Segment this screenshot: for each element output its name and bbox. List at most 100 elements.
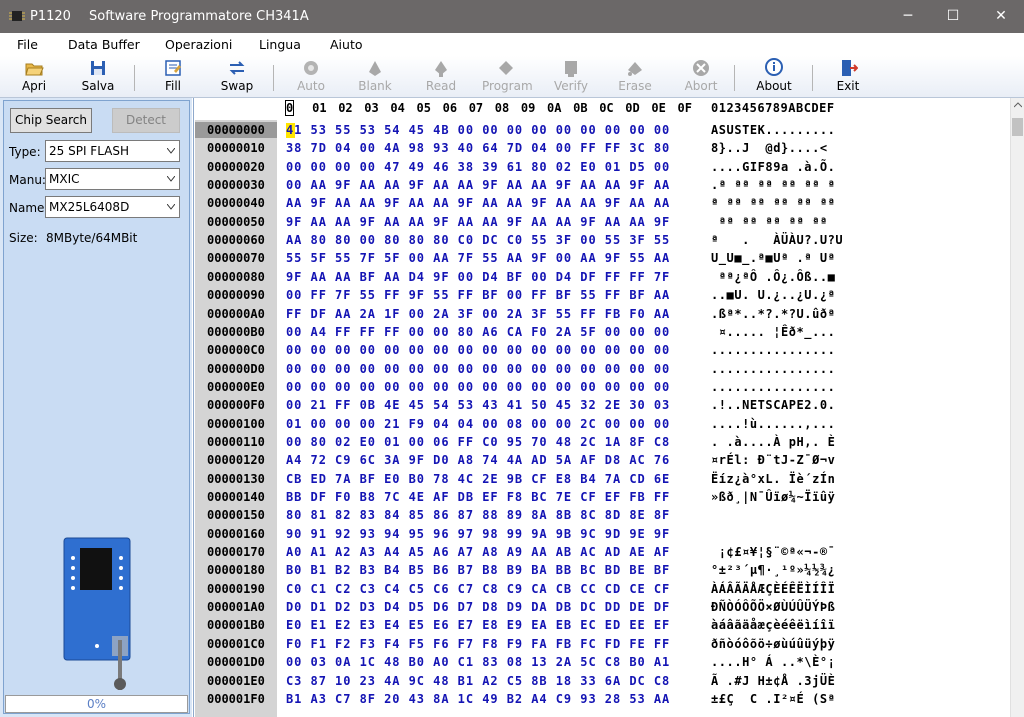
hex-row[interactable]: F0 F1 F2 F3 F4 F5 F6 F7 F8 F9 FA FB FC F… [286,637,670,651]
exit-button[interactable]: Exit [830,56,866,98]
type-select[interactable]: 25 SPI FLASH [45,140,180,162]
hex-row[interactable]: 80 81 82 83 84 85 86 87 88 89 8A 8B 8C 8… [286,508,670,522]
hex-row[interactable]: AA 9F AA AA 9F AA AA 9F AA AA 9F AA AA 9… [286,196,670,210]
row-address: 00000140 [207,490,265,504]
hex-row[interactable]: 00 A4 FF FF FF 00 00 80 A6 CA F0 2A 5F 0… [286,325,670,339]
ascii-row[interactable]: ª . ÀÜÀU?.U?U [711,233,843,247]
ascii-row[interactable]: ................ [711,380,835,394]
column-header: 06 [442,101,458,115]
manu-select[interactable]: MXIC [45,168,180,190]
ascii-row[interactable]: ÐÑÒÓÔÕÖ×ØÙÚÛÜÝÞß [711,600,835,614]
column-header: 0D [625,101,640,115]
vertical-scrollbar[interactable] [1010,98,1024,717]
hex-row[interactable]: C3 87 10 23 4A 9C 48 B1 A2 C5 8B 18 33 6… [286,674,670,688]
menu-data-buffer[interactable]: Data Buffer [68,37,140,52]
hex-row[interactable]: 00 80 02 E0 01 00 06 FF C0 95 70 48 2C 1… [286,435,670,449]
hex-row[interactable]: D0 D1 D2 D3 D4 D5 D6 D7 D8 D9 DA DB DC D… [286,600,670,614]
hex-row[interactable]: 00 AA 9F AA AA 9F AA AA 9F AA AA 9F AA A… [286,178,670,192]
erase-button[interactable]: Erase [614,56,656,98]
minimize-button[interactable]: ─ [885,0,931,33]
ascii-row[interactable]: ðñòóôõö÷øùúûüýþÿ [711,637,835,651]
ascii-row[interactable]: ±£Ç C .I²¤É (Sª [711,692,835,706]
ascii-row[interactable]: Ã .#J H±¢Å .3jÜÈ [711,674,835,688]
hex-row[interactable]: 9F AA AA 9F AA AA 9F AA AA 9F AA AA 9F A… [286,215,670,229]
ascii-row[interactable]: ÀÁÂÃÄÅÆÇÈÉÊËÌÍÎÏ [711,582,835,596]
hex-row[interactable]: 55 5F 55 7F 5F 00 AA 7F 55 AA 9F 00 AA 9… [286,251,670,265]
menu-lingua[interactable]: Lingua [259,37,301,52]
hex-row[interactable]: 01 00 00 00 21 F9 04 04 00 08 00 00 2C 0… [286,417,670,431]
fill-button[interactable]: Fill [155,56,191,98]
hex-row[interactable]: E0 E1 E2 E3 E4 E5 E6 E7 E8 E9 EA EB EC E… [286,618,670,632]
hex-row[interactable]: 9F AA AA BF AA D4 9F 00 D4 BF 00 D4 DF F… [286,270,670,284]
ascii-row[interactable]: ª ªª ªª ªª ªª ªª [711,196,835,210]
manu-label: Manu: [9,173,46,187]
hex-row[interactable]: 38 7D 04 00 4A 98 93 40 64 7D 04 00 FF F… [286,141,670,155]
hex-row[interactable]: FF DF AA 2A 1F 00 2A 3F 00 2A 3F 55 FF F… [286,307,670,321]
ascii-row[interactable]: ªª¿ªÔ .Ô¿.Ôß..■ [711,270,835,284]
hex-row[interactable]: 00 21 FF 0B 4E 45 54 53 43 41 50 45 32 2… [286,398,670,412]
hex-row[interactable]: 90 91 92 93 94 95 96 97 98 99 9A 9B 9C 9… [286,527,670,541]
ascii-row[interactable]: ....!ù......,... [711,417,835,431]
hex-editor[interactable]: 0 01 02 03 04 05 06 07 08 09 0A 0B 0C 0D 0E 0F 012345678… [193,98,1024,717]
hex-row[interactable]: 00 00 00 00 00 00 00 00 00 00 00 00 00 0… [286,343,670,357]
ascii-row[interactable]: °±²³´µ¶·¸¹º»¼½¾¿ [711,563,835,577]
ascii-row[interactable]: ..■U. U.¿..¿U.¿ª [711,288,835,302]
close-button[interactable]: ✕ [978,0,1024,33]
auto-button[interactable]: Auto [290,56,332,98]
hex-row[interactable]: A0 A1 A2 A3 A4 A5 A6 A7 A8 A9 AA AB AC A… [286,545,670,559]
ascii-row[interactable]: .ª ªª ªª ªª ªª ª [711,178,835,192]
column-header: 0E [651,101,666,115]
maximize-button[interactable]: ☐ [930,0,976,33]
ascii-row[interactable]: 8}..J @d}....< [711,141,828,155]
ascii-row[interactable]: U_U■_.ª■Uª .ª Uª [711,251,835,265]
hex-row[interactable]: B0 B1 B2 B3 B4 B5 B6 B7 B8 B9 BA BB BC B… [286,563,670,577]
hex-row[interactable]: 00 00 00 00 00 00 00 00 00 00 00 00 00 0… [286,362,670,376]
swap-button[interactable]: Swap [216,56,258,98]
chip-search-button[interactable]: Chip Search [10,108,92,133]
ascii-row[interactable]: ....GIF89a .à.Õ. [711,160,835,174]
ascii-row[interactable]: ¤..... ¦Êð*_... [711,325,835,339]
window-title: Software Programmatore CH341A [89,9,309,24]
hex-row[interactable]: 41 53 55 53 54 45 4B 00 00 00 00 00 00 0… [286,123,670,137]
hex-row[interactable]: C0 C1 C2 C3 C4 C5 C6 C7 C8 C9 CA CB CC C… [286,582,670,596]
ascii-row[interactable]: ................ [711,343,835,357]
hex-row[interactable]: 00 03 0A 1C 48 B0 A0 C1 83 08 13 2A 5C C… [286,655,670,669]
salva-button[interactable]: Salva [78,56,118,98]
ascii-row[interactable]: ¤rÉl: Ð¨tJ-Z¯Ø¬v [711,453,835,467]
abort-button[interactable]: Abort [680,56,722,98]
about-button[interactable]: About [752,56,796,98]
ascii-row[interactable]: . .à....À pH,. È [711,435,835,449]
ascii-row[interactable]: »ßð¸|N¯Ûïø¼~Ïïûÿ [711,490,835,504]
toolbar-separator [273,65,274,91]
column-header: 0B [573,101,588,115]
program-button[interactable]: Program [482,56,533,98]
ascii-row[interactable]: ASUSTEK......... [711,123,835,137]
apri-button[interactable]: Apri [14,56,54,98]
ascii-row[interactable]: ¡¢£¤¥¦§¨©ª«¬-®¯ [711,545,835,559]
read-button[interactable]: Read [420,56,462,98]
hex-row[interactable]: CB ED 7A BF E0 B0 78 4C 2E 9B CF E8 B4 7… [286,472,670,486]
ascii-row[interactable]: .ßª*..*?.*?U.ûðª [711,307,835,321]
scroll-up-icon[interactable] [1014,102,1022,108]
hex-row[interactable]: B1 A3 C7 8F 20 43 8A 1C 49 B2 A4 C9 93 2… [286,692,670,706]
menu-aiuto[interactable]: Aiuto [330,37,363,52]
menu-file[interactable]: File [17,37,38,52]
ascii-row[interactable]: ....H° Á ..*\È°¡ [711,655,835,669]
hex-row[interactable]: AA 80 80 00 80 80 80 C0 DC C0 55 3F 00 5… [286,233,670,247]
menu-operazioni[interactable]: Operazioni [165,37,232,52]
verify-button[interactable]: Verify [550,56,592,98]
ascii-row[interactable]: ................ [711,362,835,376]
hex-row[interactable]: 00 00 00 00 00 00 00 00 00 00 00 00 00 0… [286,380,670,394]
ascii-row[interactable]: .!..NETSCAPE2.0. [711,398,835,412]
hex-row[interactable]: BB DF F0 B8 7C 4E AF DB EF F8 BC 7E CF E… [286,490,670,504]
ascii-row[interactable]: ªª ªª ªª ªª ªª [711,215,828,229]
scrollbar-thumb[interactable] [1012,118,1023,136]
ascii-row[interactable]: Ëíz¿à°xL. Ïè´zÍn [711,472,835,486]
hex-row[interactable]: 00 00 00 00 47 49 46 38 39 61 80 02 E0 0… [286,160,670,174]
hex-row[interactable]: A4 72 C9 6C 3A 9F D0 A8 74 4A AD 5A AF D… [286,453,670,467]
detect-button[interactable]: Detect [112,108,180,133]
name-select[interactable]: MX25L6408D [45,196,180,218]
hex-row[interactable]: 00 FF 7F 55 FF 9F 55 FF BF 00 FF BF 55 F… [286,288,670,302]
blank-button[interactable]: Blank [354,56,396,98]
ascii-row[interactable]: àáâãäåæçèéêëìíîï [711,618,835,632]
